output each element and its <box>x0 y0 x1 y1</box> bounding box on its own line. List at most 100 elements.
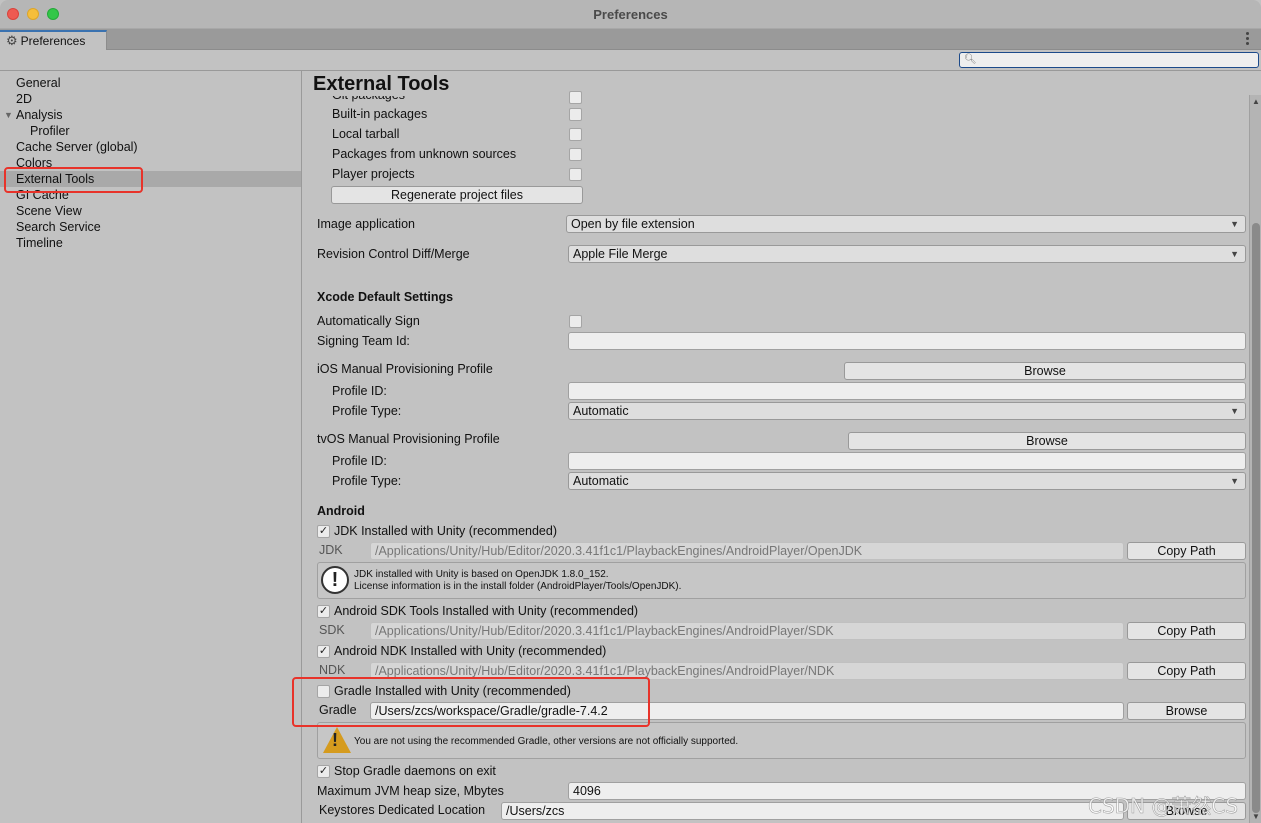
tvos-profile-id-field[interactable] <box>568 452 1246 470</box>
sdk-copy-path-button[interactable]: Copy Path <box>1127 622 1246 640</box>
sidebar-item-label: Timeline <box>16 236 63 250</box>
sidebar-item-label: External Tools <box>16 172 95 186</box>
chevron-down-icon: ▼ <box>1230 406 1239 416</box>
tvos-browse-button[interactable]: Browse <box>848 432 1246 450</box>
xcode-heading: Xcode Default Settings <box>317 290 454 304</box>
jdk-field-label: JDK <box>319 543 343 557</box>
gradle-field-label: Gradle <box>319 703 357 717</box>
jdk-checkbox[interactable]: ✓ <box>317 525 330 538</box>
ios-profile-type-dropdown[interactable]: Automatic ▼ <box>568 402 1246 420</box>
tvos-profile-type-label: Profile Type: <box>332 474 402 488</box>
sidebar-item-external-tools[interactable]: External Tools <box>0 171 301 187</box>
title-bar: Preferences <box>0 0 1261 29</box>
sidebar-item-label: Analysis <box>16 108 63 122</box>
sidebar-item-label: General <box>16 76 61 90</box>
sidebar-item-general[interactable]: General <box>0 75 301 91</box>
scroll-down-arrow-icon[interactable]: ▼ <box>1252 812 1260 821</box>
revision-control-label: Revision Control Diff/Merge <box>317 247 470 261</box>
search-icon: 🔍︎ <box>964 54 977 65</box>
tvos-profile-id-label: Profile ID: <box>332 454 387 468</box>
sidebar-item-colors[interactable]: Colors <box>0 155 301 171</box>
gear-icon: ⚙ <box>6 33 18 48</box>
sidebar-item-label: Search Service <box>16 220 101 234</box>
unknown-sources-checkbox[interactable] <box>569 148 582 161</box>
info-exclamation-icon: ! <box>321 566 349 594</box>
image-application-value: Open by file extension <box>571 217 695 231</box>
expand-triangle-icon[interactable]: ▼ <box>4 107 13 123</box>
sidebar-item-label: GI Cache <box>16 188 69 202</box>
scrollbar-thumb[interactable] <box>1252 223 1260 813</box>
search-bar: 🔍︎ <box>0 50 1261 71</box>
sidebar-item-label: Cache Server (global) <box>16 140 138 154</box>
vertical-scrollbar[interactable]: ▲ ▼ <box>1249 95 1261 823</box>
tvos-profile-type-dropdown[interactable]: Automatic ▼ <box>568 472 1246 490</box>
tab-preferences[interactable]: ⚙ Preferences <box>0 30 107 50</box>
ndk-copy-path-button[interactable]: Copy Path <box>1127 662 1246 680</box>
keystores-field[interactable]: /Users/zcs <box>501 802 1124 820</box>
ndk-checkbox-label: Android NDK Installed with Unity (recomm… <box>334 644 607 658</box>
jdk-path-field: /Applications/Unity/Hub/Editor/2020.3.41… <box>370 542 1124 560</box>
jdk-copy-path-button[interactable]: Copy Path <box>1127 542 1246 560</box>
built-in-packages-checkbox[interactable] <box>569 108 582 121</box>
chevron-down-icon: ▼ <box>1230 476 1239 486</box>
regenerate-project-files-button[interactable]: Regenerate project files <box>331 186 583 204</box>
player-projects-checkbox[interactable] <box>569 168 582 181</box>
gradle-checkbox-label: Gradle Installed with Unity (recommended… <box>334 684 571 698</box>
image-application-label: Image application <box>317 217 415 231</box>
sidebar-item-analysis[interactable]: ▼ Analysis <box>0 107 301 123</box>
android-heading: Android <box>317 504 365 518</box>
stop-gradle-label: Stop Gradle daemons on exit <box>334 764 496 778</box>
auto-sign-checkbox[interactable] <box>569 315 582 328</box>
warning-exclamation-mark: ! <box>332 730 338 750</box>
sdk-path-field: /Applications/Unity/Hub/Editor/2020.3.41… <box>370 622 1124 640</box>
tvos-provisioning-label: tvOS Manual Provisioning Profile <box>317 432 500 446</box>
window-title: Preferences <box>593 7 668 22</box>
main-panel: External Tools Git packages Built-in pac… <box>303 71 1249 823</box>
auto-sign-label: Automatically Sign <box>317 314 420 328</box>
revision-control-value: Apple File Merge <box>573 247 668 261</box>
signing-team-id-field[interactable] <box>568 332 1246 350</box>
chevron-down-icon: ▼ <box>1230 219 1239 229</box>
sidebar-item-search-service[interactable]: Search Service <box>0 219 301 235</box>
jdk-info-line-1: JDK installed with Unity is based on Ope… <box>354 569 609 580</box>
jdk-checkbox-label: JDK Installed with Unity (recommended) <box>334 524 557 538</box>
tab-label: Preferences <box>20 34 86 48</box>
ios-provisioning-label: iOS Manual Provisioning Profile <box>317 362 493 376</box>
sidebar-item-cache-server[interactable]: Cache Server (global) <box>0 139 301 155</box>
more-options-icon[interactable] <box>1246 32 1249 47</box>
gradle-path-field[interactable]: /Users/zcs/workspace/Gradle/gradle-7.4.2 <box>370 702 1124 720</box>
ndk-path-field: /Applications/Unity/Hub/Editor/2020.3.41… <box>370 662 1124 680</box>
ios-profile-id-label: Profile ID: <box>332 384 387 398</box>
local-tarball-label: Local tarball <box>332 127 400 141</box>
image-application-dropdown[interactable]: Open by file extension ▼ <box>566 215 1246 233</box>
ndk-checkbox[interactable]: ✓ <box>317 645 330 658</box>
sdk-checkbox[interactable]: ✓ <box>317 605 330 618</box>
jvm-heap-label: Maximum JVM heap size, Mbytes <box>317 784 504 798</box>
revision-control-dropdown[interactable]: Apple File Merge ▼ <box>568 245 1246 263</box>
sidebar-item-scene-view[interactable]: Scene View <box>0 203 301 219</box>
gradle-warning-box: ! You are not using the recommended Grad… <box>317 722 1246 759</box>
stop-gradle-checkbox[interactable]: ✓ <box>317 765 330 778</box>
sidebar-item-profiler[interactable]: Profiler <box>0 123 301 139</box>
ios-profile-id-field[interactable] <box>568 382 1246 400</box>
signing-team-id-label: Signing Team Id: <box>317 334 410 348</box>
ios-browse-button[interactable]: Browse <box>844 362 1246 380</box>
tab-bar: ⚙ Preferences <box>0 29 1261 50</box>
sidebar-item-gi-cache[interactable]: GI Cache <box>0 187 301 203</box>
ios-profile-type-label: Profile Type: <box>332 404 402 418</box>
gradle-checkbox[interactable] <box>317 685 330 698</box>
player-projects-label: Player projects <box>332 167 415 181</box>
local-tarball-checkbox[interactable] <box>569 128 582 141</box>
sidebar-item-label: Scene View <box>16 204 82 218</box>
sidebar-item-timeline[interactable]: Timeline <box>0 235 301 251</box>
unknown-sources-label: Packages from unknown sources <box>332 147 517 161</box>
ios-profile-type-value: Automatic <box>573 404 629 418</box>
jdk-info-box: ! JDK installed with Unity is based on O… <box>317 562 1246 599</box>
scroll-up-arrow-icon[interactable]: ▲ <box>1252 97 1260 106</box>
git-packages-checkbox[interactable] <box>569 91 582 104</box>
sidebar-item-2d[interactable]: 2D <box>0 91 301 107</box>
sdk-checkbox-label: Android SDK Tools Installed with Unity (… <box>334 604 639 618</box>
sidebar-item-label: 2D <box>16 92 32 106</box>
search-input[interactable]: 🔍︎ <box>959 52 1259 68</box>
gradle-browse-button[interactable]: Browse <box>1127 702 1246 720</box>
